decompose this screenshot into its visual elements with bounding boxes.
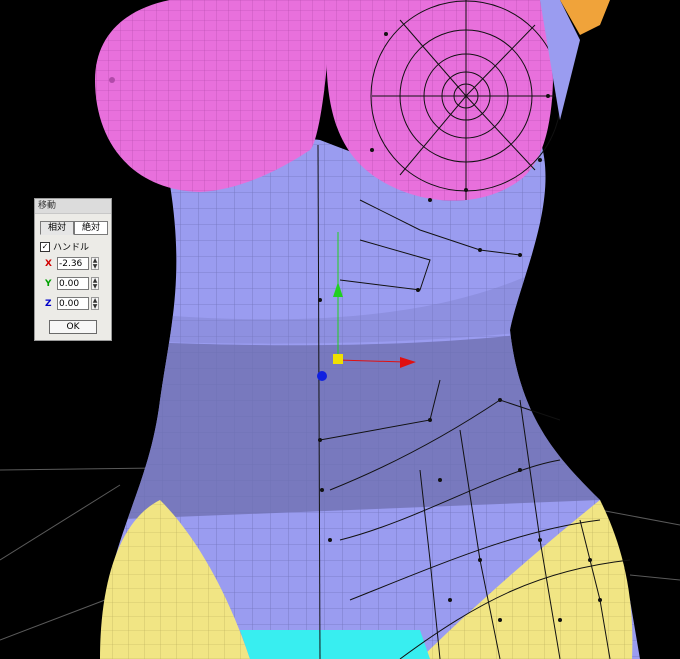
tab-absolute[interactable]: 絶対 [74, 221, 108, 235]
x-row: X ▲▼ [45, 257, 99, 270]
center-handle [333, 354, 343, 364]
z-row: Z ▲▼ [45, 297, 99, 310]
y-label: Y [45, 278, 52, 289]
tab-relative[interactable]: 相対 [40, 221, 74, 235]
y-input[interactable] [57, 277, 89, 290]
x-label: X [45, 258, 52, 269]
handle-label: ハンドル [53, 243, 90, 253]
x-input[interactable] [57, 257, 89, 270]
z-axis-handle [317, 371, 327, 381]
y-row: Y ▲▼ [45, 277, 99, 290]
spin-arrows-icon[interactable]: ▲ ▼ [91, 277, 99, 290]
mode-tabs: 相対 絶対 [40, 221, 108, 235]
dialog-title: 移動 [35, 199, 111, 214]
z-input[interactable] [57, 297, 89, 310]
spin-arrows-icon[interactable]: ▲ ▼ [91, 297, 99, 310]
z-label: Z [45, 298, 52, 309]
handle-checkbox-row[interactable]: ✓ ハンドル [40, 240, 89, 253]
ok-button[interactable]: OK [49, 320, 97, 334]
spin-arrows-icon[interactable]: ▲ ▼ [91, 257, 99, 270]
move-dialog: 移動 相対 絶対 ✓ ハンドル X ▲▼ Y ▲▼ Z ▲▼ OK [34, 198, 112, 341]
checkmark-icon[interactable]: ✓ [40, 241, 50, 252]
